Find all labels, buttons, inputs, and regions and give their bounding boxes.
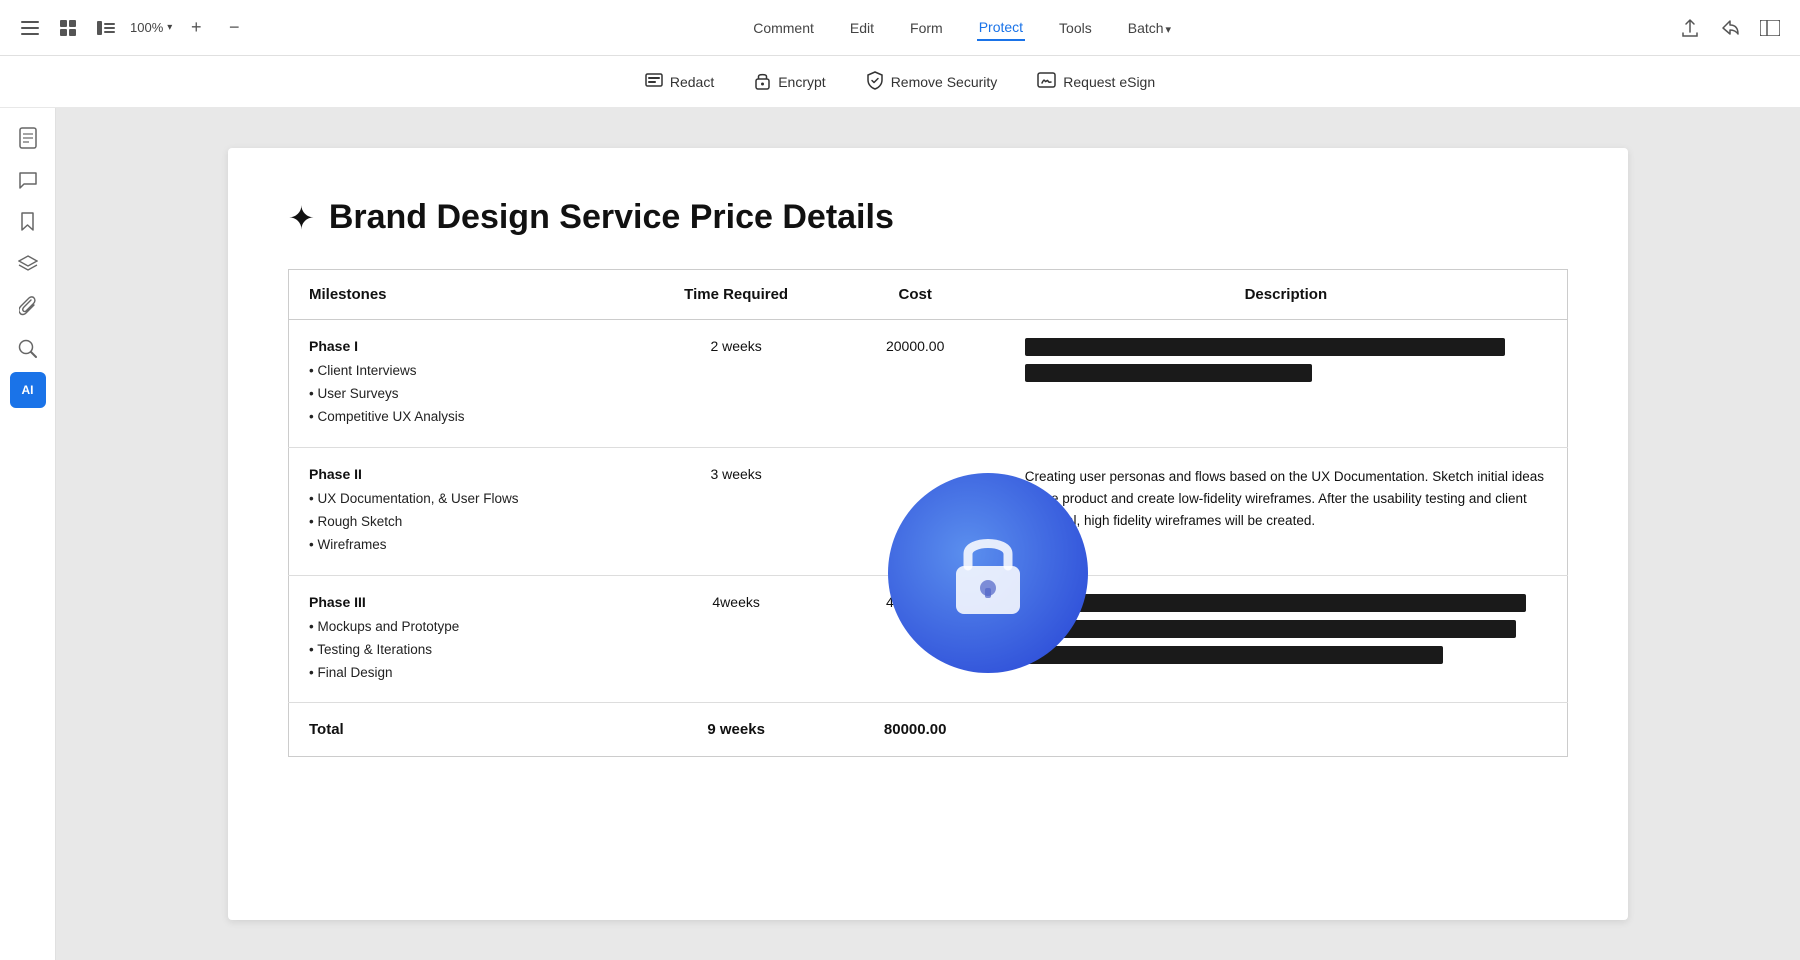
total-cost: 80000.00 [826,703,1005,757]
sidebar-bookmark-icon[interactable] [10,204,46,240]
sidebar-layers-icon[interactable] [10,246,46,282]
lock-icon [943,528,1033,618]
phase1-milestone: Phase I • Client Interviews • User Surve… [289,320,647,448]
phase2-milestone: Phase II • UX Documentation, & User Flow… [289,447,647,575]
phase2-name: Phase II [309,466,627,482]
phase1-items: • Client Interviews • User Surveys • Com… [309,360,627,429]
table-row: Phase I • Client Interviews • User Surve… [289,320,1568,448]
panel-icon[interactable] [1756,14,1784,42]
zoom-dropdown-icon[interactable]: ▾ [167,22,172,33]
zoom-control[interactable]: 100% ▾ [130,20,172,35]
toolbar-right [1676,14,1784,42]
top-toolbar: 100% ▾ + − Comment Edit Form Protect Too… [0,0,1800,56]
nav-batch[interactable]: Batch▾ [1126,16,1173,40]
encrypt-icon [754,71,771,93]
col-description: Description [1005,270,1568,320]
col-milestones: Milestones [289,270,647,320]
phase1-time: 2 weeks [647,320,826,448]
remove-security-button[interactable]: Remove Security [866,71,998,93]
redact-bar-4 [1025,620,1516,638]
sidebar-page-icon[interactable] [10,120,46,156]
request-esign-label: Request eSign [1063,74,1155,90]
sidebar-search-icon[interactable] [10,330,46,366]
sidebar-toggle-icon[interactable] [16,14,44,42]
phase3-time: 4weeks [647,575,826,703]
nav-protect[interactable]: Protect [977,15,1025,41]
redact-label: Redact [670,74,714,90]
redact-bar-5 [1025,646,1443,664]
phase1-name: Phase I [309,338,627,354]
total-description [1005,703,1568,757]
col-cost: Cost [826,270,1005,320]
encrypt-button[interactable]: Encrypt [754,71,825,93]
phase1-cost: 20000.00 [826,320,1005,448]
request-esign-icon [1037,72,1056,92]
zoom-in-icon[interactable]: + [182,14,210,42]
request-esign-button[interactable]: Request eSign [1037,72,1155,92]
phase3-name: Phase III [309,594,627,610]
remove-security-icon [866,71,884,93]
phase3-milestone: Phase III • Mockups and Prototype • Test… [289,575,647,703]
sidebar-comment-icon[interactable] [10,162,46,198]
nav-tools[interactable]: Tools [1057,16,1094,40]
zoom-out-icon[interactable]: − [220,14,248,42]
toolbar-center: Comment Edit Form Protect Tools Batch▾ [264,15,1660,41]
total-time: 9 weeks [647,703,826,757]
table-wrapper: Milestones Time Required Cost Descriptio… [288,269,1568,757]
total-label: Total [289,703,647,757]
phase3-description [1005,575,1568,703]
main-area: AI ✦ Brand Design Service Price Details … [0,108,1800,960]
sparkle-icon: ✦ [288,199,315,237]
nav-comment[interactable]: Comment [751,16,816,40]
zoom-level: 100% [130,20,163,35]
phase2-items: • UX Documentation, & User Flows • Rough… [309,488,627,557]
left-sidebar: AI [0,108,56,960]
nav-edit[interactable]: Edit [848,16,876,40]
phase3-items: • Mockups and Prototype • Testing & Iter… [309,616,627,685]
toolbar-left: 100% ▾ + − [16,14,248,42]
doc-title-row: ✦ Brand Design Service Price Details [288,198,1568,237]
list-view-icon[interactable] [92,14,120,42]
document-page: ✦ Brand Design Service Price Details Mil… [228,148,1628,920]
col-time: Time Required [647,270,826,320]
lock-overlay [888,473,1088,673]
phase1-description [1005,320,1568,448]
sidebar-ai-icon[interactable]: AI [10,372,46,408]
phase2-time: 3 weeks [647,447,826,575]
sidebar-attachment-icon[interactable] [10,288,46,324]
redact-icon [645,71,663,92]
grid-view-icon[interactable] [54,14,82,42]
nav-form[interactable]: Form [908,16,945,40]
table-row-total: Total 9 weeks 80000.00 [289,703,1568,757]
redact-button[interactable]: Redact [645,71,714,92]
sub-toolbar: Redact Encrypt Remove Security Request e… [0,56,1800,108]
redact-bar-3 [1025,594,1526,612]
document-title: Brand Design Service Price Details [329,198,894,237]
phase2-description: Creating user personas and flows based o… [1005,447,1568,575]
remove-security-label: Remove Security [891,74,998,90]
share-icon[interactable] [1716,14,1744,42]
redact-bar-2 [1025,364,1312,382]
content-area[interactable]: ✦ Brand Design Service Price Details Mil… [56,108,1800,960]
redact-bar-1 [1025,338,1506,356]
encrypt-label: Encrypt [778,74,825,90]
upload-icon[interactable] [1676,14,1704,42]
